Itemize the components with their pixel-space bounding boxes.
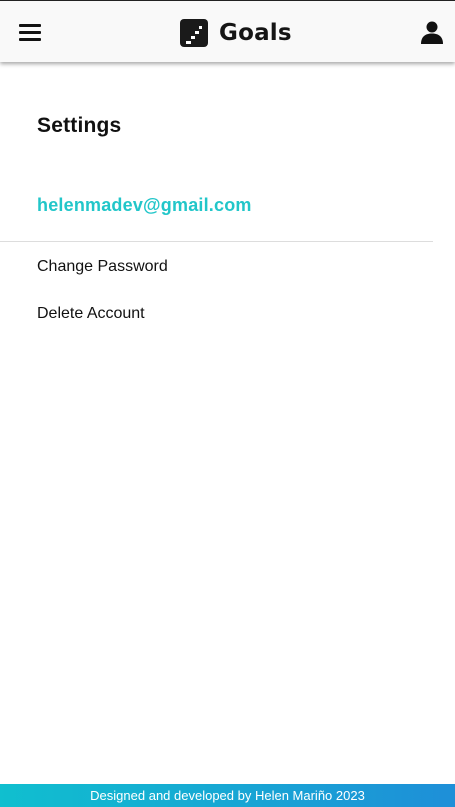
app-title: Goals xyxy=(219,20,292,46)
user-icon-graphic xyxy=(421,21,443,44)
app-root: Goals Settings helenmadev@gmail.com Chan… xyxy=(0,0,455,807)
footer-credit: Designed and developed by Helen Mariño 2… xyxy=(90,788,365,803)
delete-account-link[interactable]: Delete Account xyxy=(37,305,145,323)
brand[interactable]: Goals xyxy=(180,18,292,48)
menu-bar xyxy=(19,38,41,41)
menu-bar xyxy=(19,31,41,34)
top-navbar: Goals xyxy=(0,0,455,62)
divider xyxy=(0,241,433,242)
page-title: Settings xyxy=(37,114,122,137)
footer: Designed and developed by Helen Mariño 2… xyxy=(0,784,455,807)
account-email: helenmadev@gmail.com xyxy=(37,195,252,215)
hamburger-menu-icon[interactable] xyxy=(19,22,42,42)
change-password-link[interactable]: Change Password xyxy=(37,258,168,276)
user-icon[interactable] xyxy=(420,20,444,44)
menu-bar xyxy=(19,24,41,27)
stairs-logo-icon xyxy=(180,19,208,47)
